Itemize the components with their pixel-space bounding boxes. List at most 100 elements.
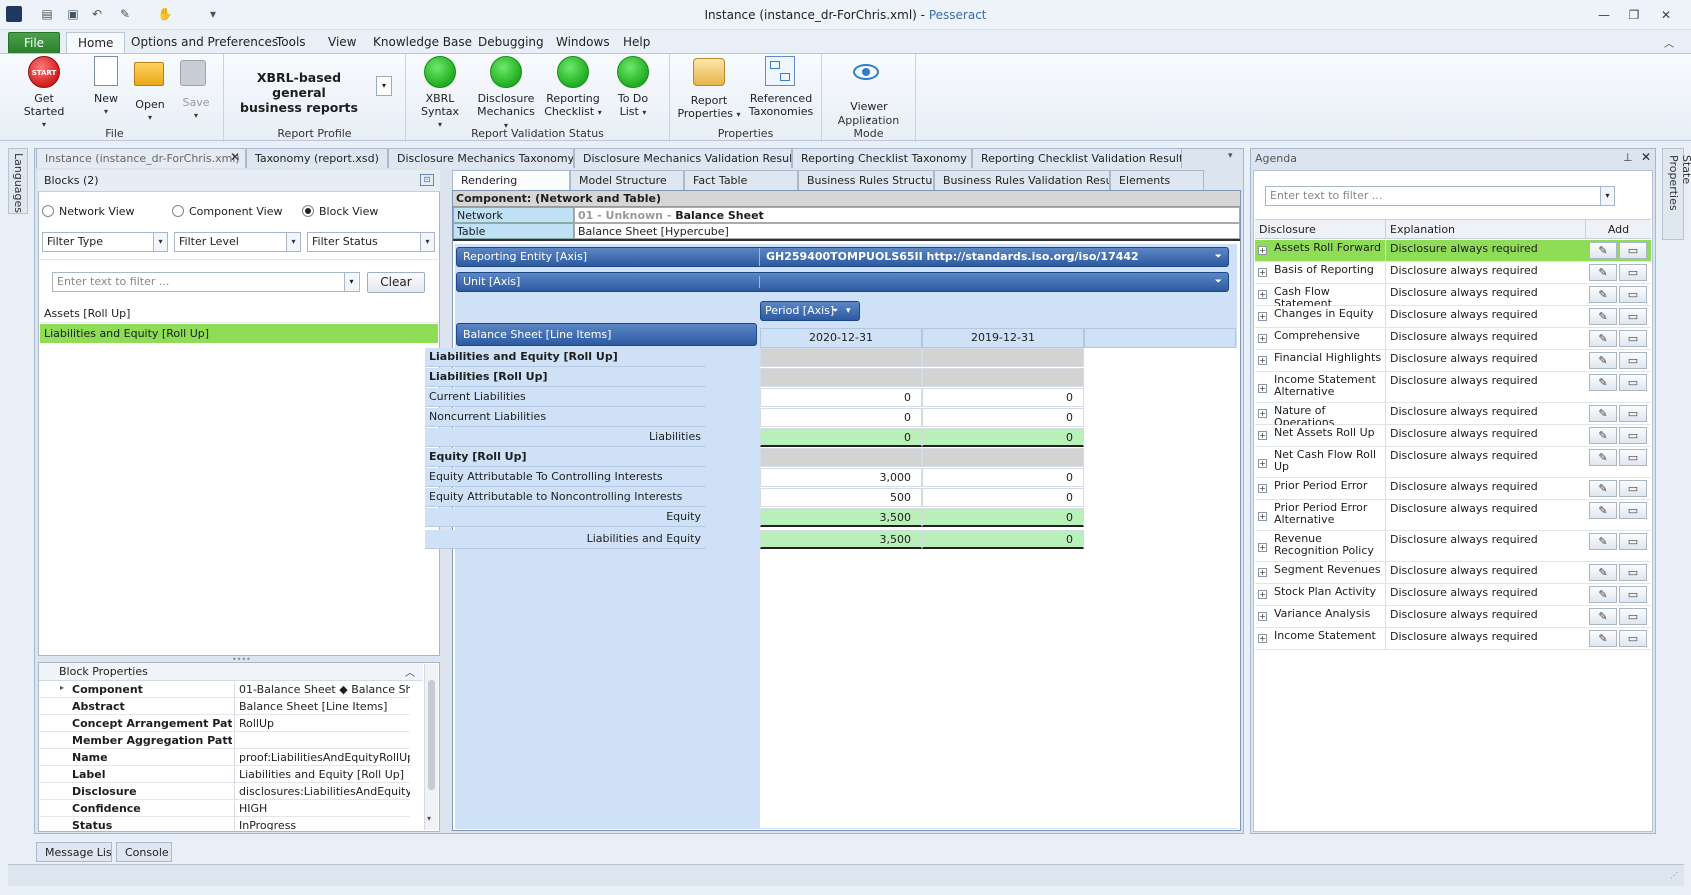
- report-properties-button[interactable]: Report Properties ▾: [676, 56, 742, 121]
- block-list-item[interactable]: Assets [Roll Up]: [40, 305, 438, 323]
- block-view-radio[interactable]: Block View: [302, 205, 378, 218]
- collapse-properties-icon[interactable]: ︿: [405, 664, 415, 679]
- bottom-tab-console[interactable]: Console: [116, 842, 172, 862]
- properties-scrollbar[interactable]: ▾: [424, 664, 438, 830]
- line-items-header[interactable]: Balance Sheet [Line Items]: [456, 323, 757, 346]
- add-wizard-button[interactable]: ✎: [1589, 352, 1617, 369]
- fact-value-cell[interactable]: 3,500: [760, 508, 922, 527]
- add-note-button[interactable]: ▭: [1619, 330, 1647, 347]
- expand-plus-icon[interactable]: +: [1258, 268, 1267, 277]
- filter-icon[interactable]: ⏷: [832, 302, 838, 320]
- agenda-row[interactable]: + Financial Highlights Disclosure always r…: [1255, 350, 1651, 372]
- fact-value-cell[interactable]: 0: [922, 408, 1084, 427]
- agenda-row[interactable]: + Income Statement Alternative Disclosure …: [1255, 372, 1651, 403]
- unit-axis[interactable]: Unit [Axis] ⏷: [456, 272, 1229, 292]
- bottom-tab-message-list[interactable]: Message List: [36, 842, 112, 862]
- fact-value-cell[interactable]: 3,500: [760, 530, 922, 549]
- fact-value-cell[interactable]: [922, 448, 1084, 467]
- add-note-button[interactable]: ▭: [1619, 533, 1647, 550]
- property-row[interactable]: Status InProgress: [40, 818, 410, 830]
- doc-tab-taxonomy[interactable]: Taxonomy (report.xsd): [246, 148, 388, 168]
- scroll-down-icon[interactable]: ▾: [427, 814, 431, 823]
- doc-tab-disclosure-mechanics-taxonomy[interactable]: Disclosure Mechanics Taxonomy: [388, 148, 574, 168]
- fact-value-cell[interactable]: 0: [922, 388, 1084, 407]
- fact-value-cell[interactable]: 0: [922, 530, 1084, 549]
- referenced-taxonomies-button[interactable]: Referenced Taxonomies: [746, 56, 816, 118]
- tab-knowledge-base[interactable]: Knowledge Base: [362, 32, 483, 54]
- rendering-row-label[interactable]: Liabilities [Roll Up]: [425, 368, 706, 387]
- add-note-button[interactable]: ▭: [1619, 630, 1647, 647]
- filter-status-combo[interactable]: Filter Status ▾: [307, 232, 435, 252]
- expand-plus-icon[interactable]: +: [1258, 334, 1267, 343]
- fact-value-cell[interactable]: 0: [760, 408, 922, 427]
- expand-plus-icon[interactable]: +: [1258, 459, 1267, 468]
- add-note-button[interactable]: ▭: [1619, 480, 1647, 497]
- agenda-row[interactable]: + Cash Flow Statement Disclosure always re…: [1255, 284, 1651, 310]
- pin-icon[interactable]: ⊥: [1623, 151, 1633, 164]
- fact-value-cell[interactable]: 500: [760, 488, 922, 507]
- report-profile-dropdown-icon[interactable]: ▾: [376, 76, 392, 96]
- doc-tab-disclosure-mechanics-validation[interactable]: Disclosure Mechanics Validation Result: [574, 148, 792, 168]
- fact-value-cell[interactable]: 0: [922, 488, 1084, 507]
- period-column-header[interactable]: 2020-12-31: [760, 328, 922, 348]
- doc-tab-instance[interactable]: Instance (instance_dr-ForChris.xml): [36, 148, 246, 168]
- expand-plus-icon[interactable]: +: [1258, 290, 1267, 299]
- fact-value-cell[interactable]: 0: [922, 468, 1084, 487]
- filter-level-combo[interactable]: Filter Level ▾: [174, 232, 301, 252]
- property-row[interactable]: Confidence HIGH: [40, 801, 410, 818]
- agenda-row[interactable]: + Revenue Recognition Policy Disclosure al…: [1255, 531, 1651, 562]
- add-wizard-button[interactable]: ✎: [1589, 608, 1617, 625]
- add-note-button[interactable]: ▭: [1619, 286, 1647, 303]
- rendering-row-label[interactable]: Liabilities: [425, 428, 706, 447]
- agenda-filter-input[interactable]: Enter text to filter ...: [1265, 186, 1615, 206]
- fact-value-cell[interactable]: [922, 368, 1084, 387]
- property-row[interactable]: Name proof:LiabilitiesAndEquityRollUp: [40, 750, 410, 767]
- property-row[interactable]: Disclosure disclosures:LiabilitiesAndEqui…: [40, 784, 410, 801]
- expand-plus-icon[interactable]: +: [1258, 634, 1267, 643]
- content-tab-model-structure[interactable]: Model Structure: [570, 170, 684, 190]
- expand-plus-icon[interactable]: +: [1258, 384, 1267, 393]
- property-row[interactable]: Label Liabilities and Equity [Roll Up]: [40, 767, 410, 784]
- fact-value-cell[interactable]: [760, 448, 922, 467]
- agenda-filter-dropdown-icon[interactable]: ▾: [1600, 187, 1614, 205]
- content-tab-rendering[interactable]: Rendering: [452, 170, 570, 190]
- chevron-down-icon[interactable]: ▾: [846, 302, 851, 320]
- doc-tab-reporting-checklist-taxonomy[interactable]: Reporting Checklist Taxonomy: [792, 148, 972, 168]
- add-wizard-button[interactable]: ✎: [1589, 330, 1617, 347]
- close-agenda-icon[interactable]: ✕: [1641, 150, 1651, 164]
- languages-side-tab[interactable]: Languages: [8, 148, 28, 214]
- agenda-row[interactable]: + Comprehensive Disclosure always required…: [1255, 328, 1651, 350]
- blocks-options-icon[interactable]: ⊡: [420, 174, 434, 186]
- fact-value-cell[interactable]: [760, 348, 922, 367]
- filter-icon[interactable]: ⏷: [1215, 273, 1222, 291]
- add-note-button[interactable]: ▭: [1619, 449, 1647, 466]
- tab-list-dropdown-icon[interactable]: ▾: [1228, 151, 1233, 161]
- property-row[interactable]: Concept Arrangement Patte RollUp: [40, 716, 410, 733]
- add-note-button[interactable]: ▭: [1619, 564, 1647, 581]
- tab-debugging[interactable]: Debugging: [467, 32, 555, 54]
- doc-tab-reporting-checklist-validation[interactable]: Reporting Checklist Validation Result: [972, 148, 1182, 168]
- add-wizard-button[interactable]: ✎: [1589, 480, 1617, 497]
- column-explanation[interactable]: Explanation: [1385, 220, 1459, 238]
- expand-arrow-icon[interactable]: ▸: [60, 683, 64, 692]
- expand-plus-icon[interactable]: +: [1258, 246, 1267, 255]
- new-button[interactable]: New ▾: [84, 56, 128, 118]
- add-wizard-button[interactable]: ✎: [1589, 308, 1617, 325]
- save-button[interactable]: Save ▾: [176, 56, 216, 122]
- add-note-button[interactable]: ▭: [1619, 374, 1647, 391]
- add-wizard-button[interactable]: ✎: [1589, 502, 1617, 519]
- component-view-radio[interactable]: Component View: [172, 205, 282, 218]
- agenda-row[interactable]: + Net Assets Roll Up Disclosure always req…: [1255, 425, 1651, 447]
- expand-plus-icon[interactable]: +: [1258, 484, 1267, 493]
- agenda-row[interactable]: + Stock Plan Activity Disclosure always re…: [1255, 584, 1651, 606]
- rendering-row-label[interactable]: Liabilities and Equity: [425, 530, 706, 549]
- restore-icon[interactable]: ❐: [1623, 6, 1645, 24]
- close-tab-icon[interactable]: ✕: [230, 150, 240, 164]
- tab-tools[interactable]: Tools: [265, 32, 317, 54]
- add-note-button[interactable]: ▭: [1619, 427, 1647, 444]
- add-wizard-button[interactable]: ✎: [1589, 533, 1617, 550]
- period-column-header[interactable]: 2019-12-31: [922, 328, 1084, 348]
- reporting-entity-axis[interactable]: Reporting Entity [Axis] GH259400TOMPUOLS…: [456, 247, 1229, 267]
- add-note-button[interactable]: ▭: [1619, 242, 1647, 259]
- fact-value-cell[interactable]: 0: [922, 428, 1084, 447]
